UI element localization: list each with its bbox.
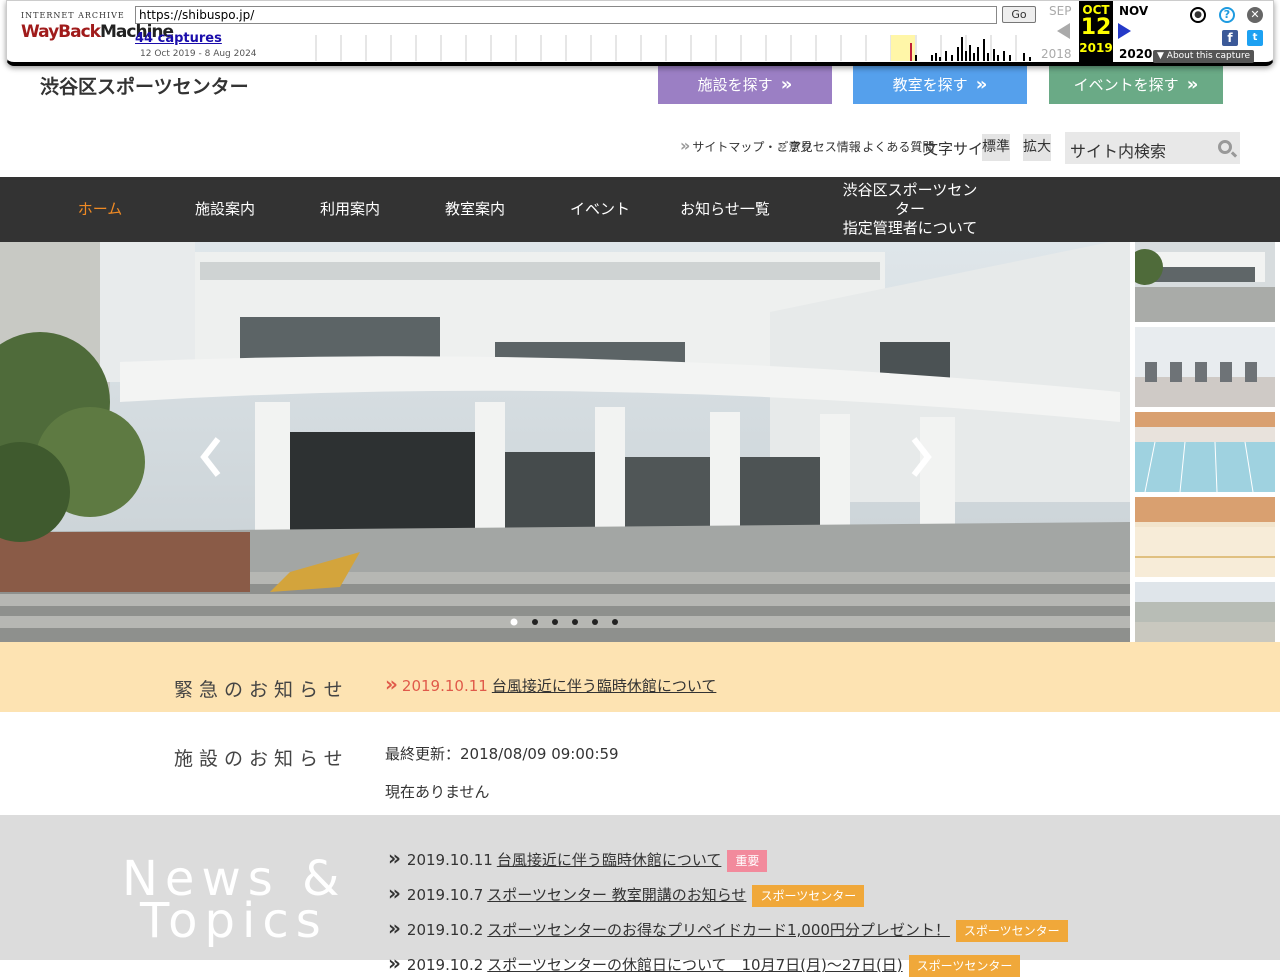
wayback-next-arrow-icon[interactable] [1118,23,1131,39]
news-item[interactable]: » 2019.10.2 スポーツセンターの休館日について 10月7日(月)〜27日(… [388,951,1021,977]
search-input[interactable]: サイト内検索 [1070,138,1166,162]
facebook-icon[interactable]: f [1222,30,1238,46]
news-item[interactable]: » 2019.10.11 台風接近に伴う臨時休館について 重要 [388,846,768,872]
thumbnail-pool[interactable] [1135,412,1275,492]
wayback-current-year: 2019 [1079,41,1113,55]
wayback-sparkline[interactable] [307,33,1037,61]
hero-slider[interactable] [0,242,1130,642]
news-tag[interactable]: スポーツセンター [752,884,865,907]
emergency-date: 2019.10.11 [401,677,488,695]
wayback-prev-arrow-icon[interactable] [1057,23,1070,39]
find-event-button[interactable]: イベントを探す » [1049,66,1223,104]
news-tag[interactable]: スポーツセンター [908,954,1021,977]
double-chevron-icon: » [850,136,861,155]
wayback-captures-link[interactable]: 44 captures [135,31,222,46]
thumbnail-entrance[interactable] [1135,242,1275,322]
news-link[interactable]: スポーツセンターのお得なプリペイドカード1,000円分プレゼント！ [487,921,950,939]
nav-item-about-line1: 渋谷区スポーツセンター [842,181,978,218]
double-chevron-icon: » [780,74,793,95]
news-date: 2019.10.2 [406,956,484,974]
news-title: News & Topics [122,855,346,949]
nav-item-events[interactable]: イベント [560,177,640,242]
main-nav: ホーム 施設案内 利用案内 教室案内 イベント お知らせ一覧 渋谷区スポーツセン… [0,177,1280,242]
find-class-label: 教室を探す [892,76,968,94]
emergency-link[interactable]: 台風接近に伴う臨時休館について [492,677,717,695]
wayback-about-capture[interactable]: ▼ About this capture [1153,50,1254,63]
news-link[interactable]: スポーツセンター 教室開講のお知らせ [487,886,746,904]
news-item[interactable]: » 2019.10.7 スポーツセンター 教室開講のお知らせ スポーツセンター [388,881,865,907]
wayback-current-date: OCT 12 2019 [1079,1,1113,63]
wayback-next-year[interactable]: 2020 [1119,47,1152,61]
double-chevron-icon: » [385,672,398,696]
emergency-item[interactable]: » 2019.10.11 台風接近に伴う臨時休館について [385,672,716,696]
nav-item-classes[interactable]: 教室案内 [435,177,515,242]
nav-item-facilities[interactable]: 施設案内 [185,177,265,242]
site-search[interactable]: サイト内検索 [1065,132,1240,164]
slider-thumbnails [1135,242,1275,662]
find-facility-label: 施設を探す [697,76,773,94]
find-event-label: イベントを探す [1073,76,1179,94]
news-date: 2019.10.11 [406,851,493,869]
news-item[interactable]: » 2019.10.2 スポーツセンターのお得なプリペイドカード1,000円分プレゼ… [388,916,1068,942]
slider-prev-icon[interactable] [196,427,226,487]
double-chevron-icon: » [777,136,788,155]
nav-item-about-line2: 指定管理者について [842,219,978,237]
facility-notice-updated: 最終更新：2018/08/09 09:00:59 [385,745,619,763]
wayback-next-month[interactable]: NOV [1119,4,1148,18]
news-title-line2: Topics [140,893,328,949]
slider-next-icon[interactable] [906,427,936,487]
double-chevron-icon: » [1186,74,1199,95]
news-date: 2019.10.7 [406,886,484,904]
wayback-prev-year[interactable]: 2018 [1041,47,1072,61]
news-link[interactable]: 台風接近に伴う臨時休館について [497,851,722,869]
thumbnail-arena[interactable] [1135,497,1275,577]
double-chevron-icon: » [680,136,691,155]
thumbnail-gym[interactable] [1135,327,1275,407]
util-link-faq[interactable]: » よくある質問 [850,136,934,155]
font-size-large-button[interactable]: 拡大 [1023,134,1051,161]
double-chevron-icon: » [388,846,401,870]
news-tag[interactable]: 重要 [727,849,768,872]
twitter-icon[interactable]: t [1247,30,1263,46]
wayback-toolbar: INTERNET ARCHIVE WayBackMachine https://… [6,0,1274,66]
double-chevron-icon: » [388,916,401,940]
find-facility-button[interactable]: 施設を探す » [658,66,832,104]
nav-item-usage[interactable]: 利用案内 [310,177,390,242]
news-date: 2019.10.2 [406,921,484,939]
wayback-current-day: 12 [1080,15,1112,40]
wayback-logo-wayback: WayBack [21,22,101,42]
slider-dots[interactable] [508,616,624,628]
wayback-logo[interactable]: INTERNET ARCHIVE WayBackMachine [21,11,174,51]
double-chevron-icon: » [388,951,401,975]
site-title[interactable]: 渋谷区スポーツセンター [40,72,249,99]
wayback-prev-month[interactable]: SEP [1049,4,1071,18]
emergency-label: 緊急のお知らせ [174,679,349,701]
close-icon[interactable]: ✕ [1247,7,1263,23]
wayback-capture-range: 12 Oct 2019 - 8 Aug 2024 [140,49,257,59]
wayback-go-button[interactable]: Go [1002,6,1036,23]
wayback-logo-top: INTERNET ARCHIVE [21,11,125,20]
facility-notice-label: 施設のお知らせ [174,748,349,770]
hero-image [0,242,1130,642]
nav-item-home[interactable]: ホーム [60,177,140,242]
font-size-standard-button[interactable]: 標準 [982,134,1010,161]
nav-item-about[interactable]: 渋谷区スポーツセンター 指定管理者について [840,177,980,242]
util-link-access[interactable]: » アクセス情報 [777,136,861,155]
nav-item-news[interactable]: お知らせ一覧 [680,177,770,242]
search-icon[interactable] [1218,140,1232,154]
news-tag[interactable]: スポーツセンター [955,919,1068,942]
news-link[interactable]: スポーツセンターの休館日について 10月7日(月)〜27日(日) [487,956,902,974]
wayback-url-input[interactable]: https://shibuspo.jp/ [135,6,997,24]
find-class-button[interactable]: 教室を探す » [853,66,1027,104]
double-chevron-icon: » [975,74,988,95]
double-chevron-icon: » [388,881,401,905]
help-icon[interactable]: ? [1219,7,1235,23]
facility-notice-body: 現在ありません [385,783,490,801]
user-icon[interactable]: ● [1190,7,1206,23]
